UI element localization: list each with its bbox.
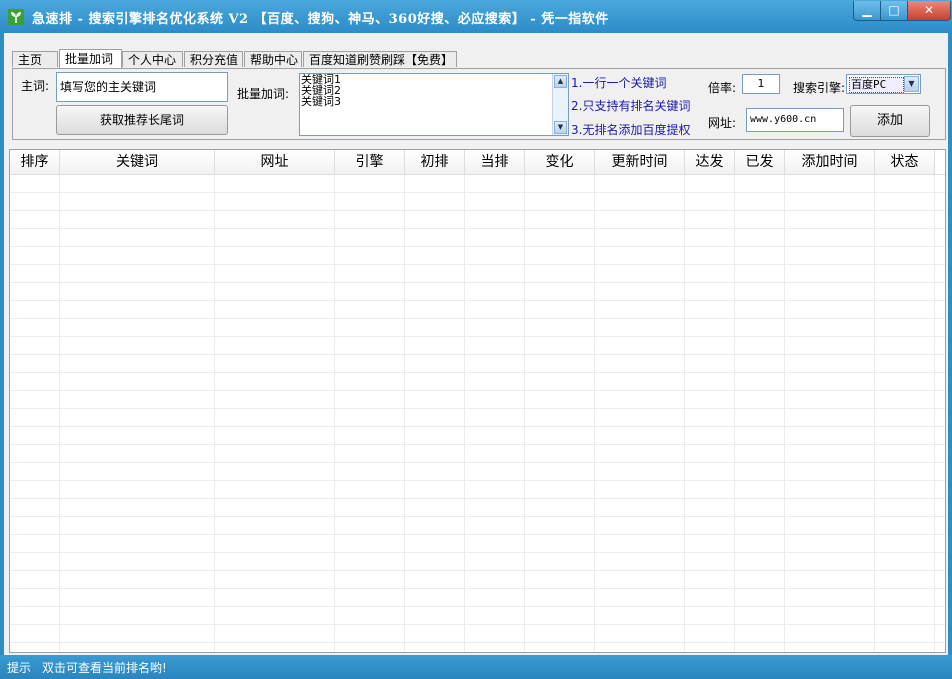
column-divider bbox=[524, 175, 525, 652]
column-header[interactable]: 状态 bbox=[875, 150, 935, 174]
column-divider bbox=[464, 175, 465, 652]
column-header[interactable]: 更新时间 bbox=[595, 150, 685, 174]
scroll-down-arrow-icon[interactable]: ▼ bbox=[554, 121, 567, 134]
batch-words-label: 批量加词: bbox=[237, 87, 290, 101]
column-header[interactable]: 网址 bbox=[215, 150, 335, 174]
batch-line: 关键词3 bbox=[301, 95, 341, 108]
url-label: 网址: bbox=[708, 116, 737, 130]
title-bar[interactable]: 急速排 - 搜索引擎排名优化系统 V2 【百度、搜狗、神马、360好搜、必应搜索… bbox=[0, 0, 952, 33]
column-header[interactable]: 初排 bbox=[405, 150, 465, 174]
batch-words-textarea[interactable]: 关键词1 关键词2 关键词3 ▲ ▼ bbox=[299, 73, 569, 136]
column-header[interactable]: 当排 bbox=[465, 150, 525, 174]
grid-body[interactable] bbox=[10, 175, 945, 652]
column-divider bbox=[404, 175, 405, 652]
column-divider bbox=[214, 175, 215, 652]
search-engine-value: 百度PC bbox=[849, 77, 904, 93]
tab-home[interactable]: 主页 bbox=[12, 51, 58, 67]
url-input[interactable]: www.y600.cn bbox=[746, 108, 844, 132]
hint-ranked-only: 2.只支持有排名关键词 bbox=[571, 99, 691, 113]
keyword-ranking-grid[interactable]: 排序 关键词 网址 引擎 初排 当排 变化 更新时间 达发 已发 添加时间 状态 bbox=[9, 149, 946, 653]
tab-help[interactable]: 帮助中心 bbox=[244, 51, 302, 67]
status-message: 双击可查看当前排名哟! bbox=[42, 661, 167, 675]
rate-input[interactable]: 1 bbox=[742, 74, 780, 94]
grid-header: 排序 关键词 网址 引擎 初排 当排 变化 更新时间 达发 已发 添加时间 状态 bbox=[10, 150, 945, 175]
column-header[interactable]: 变化 bbox=[525, 150, 595, 174]
tab-recharge[interactable]: 积分充值 bbox=[184, 51, 243, 67]
column-header[interactable]: 排序 bbox=[10, 150, 60, 174]
chevron-down-icon[interactable]: ▼ bbox=[904, 76, 919, 92]
column-divider bbox=[594, 175, 595, 652]
column-divider bbox=[874, 175, 875, 652]
fetch-longtail-button[interactable]: 获取推荐长尾词 bbox=[56, 105, 228, 135]
tab-profile[interactable]: 个人中心 bbox=[122, 51, 183, 67]
column-header[interactable]: 已发 bbox=[735, 150, 785, 174]
column-divider bbox=[684, 175, 685, 652]
column-header[interactable]: 达发 bbox=[685, 150, 735, 174]
app-sprout-icon bbox=[8, 9, 24, 25]
close-button[interactable]: ✕ bbox=[907, 1, 951, 21]
column-header[interactable]: 引擎 bbox=[335, 150, 405, 174]
vertical-scrollbar[interactable]: ▲ ▼ bbox=[552, 74, 568, 135]
column-divider bbox=[784, 175, 785, 652]
rate-label: 倍率: bbox=[708, 81, 737, 95]
column-divider bbox=[934, 175, 935, 652]
status-bar: 提示 双击可查看当前排名哟! bbox=[0, 655, 952, 679]
tab-baidu-zhidao[interactable]: 百度知道刷赞刷踩【免费】 bbox=[303, 51, 457, 67]
hint-unranked-boost: 3.无排名添加百度提权 bbox=[571, 123, 691, 137]
tab-batch-add[interactable]: 批量加词 bbox=[59, 49, 122, 68]
scroll-up-arrow-icon[interactable]: ▲ bbox=[554, 75, 567, 88]
batch-add-panel: 主词: 填写您的主关键词 获取推荐长尾词 批量加词: 关键词1 关键词2 关键词… bbox=[12, 68, 946, 140]
engine-label: 搜索引擎: bbox=[793, 81, 846, 95]
search-engine-select[interactable]: 百度PC ▼ bbox=[846, 74, 921, 94]
main-word-input[interactable]: 填写您的主关键词 bbox=[56, 72, 228, 102]
maximize-button[interactable]: □ bbox=[880, 1, 908, 21]
minimize-button[interactable]: ▁ bbox=[853, 1, 881, 21]
column-divider bbox=[59, 175, 60, 652]
client-area: 主页 批量加词 个人中心 积分充值 帮助中心 百度知道刷赞刷踩【免费】 主词: … bbox=[4, 33, 948, 655]
column-divider bbox=[734, 175, 735, 652]
add-button[interactable]: 添加 bbox=[850, 105, 930, 137]
window-title: 急速排 - 搜索引擎排名优化系统 V2 【百度、搜狗、神马、360好搜、必应搜索… bbox=[32, 12, 609, 27]
column-header[interactable]: 关键词 bbox=[60, 150, 215, 174]
column-header[interactable]: 添加时间 bbox=[785, 150, 875, 174]
main-word-label: 主词: bbox=[21, 79, 50, 93]
status-label: 提示 bbox=[7, 661, 32, 675]
hint-one-per-line: 1.一行一个关键词 bbox=[571, 76, 667, 90]
column-divider bbox=[334, 175, 335, 652]
